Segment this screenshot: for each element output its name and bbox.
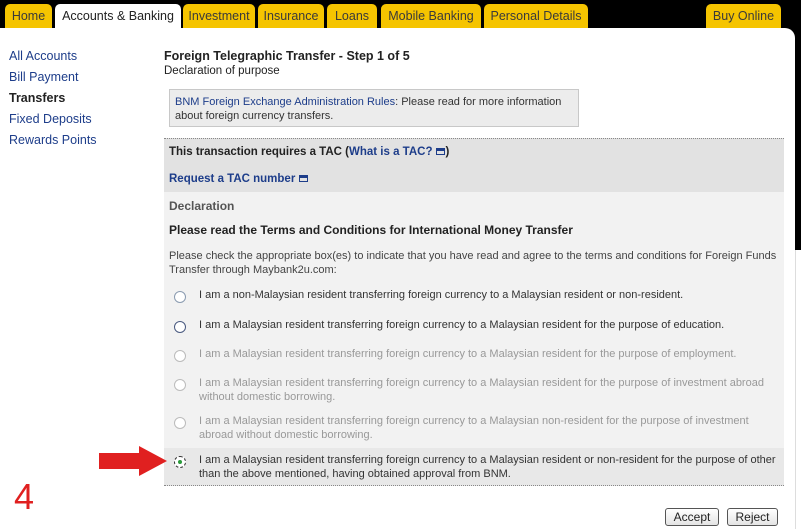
- red-arrow-annotation: [99, 446, 167, 476]
- sidebar-item-transfers[interactable]: Transfers: [9, 90, 97, 111]
- option-label: I am a Malaysian resident transferring f…: [199, 454, 776, 480]
- option-label: I am a non-Malaysian resident transferri…: [199, 289, 684, 301]
- sidebar-item-rewards-points[interactable]: Rewards Points: [9, 132, 97, 153]
- tab-home[interactable]: Home: [5, 4, 52, 28]
- tab-personal-details[interactable]: Personal Details: [484, 4, 588, 28]
- radio-button[interactable]: [174, 379, 186, 391]
- step-number-annotation: 4: [14, 476, 35, 517]
- radio-button[interactable]: [174, 417, 186, 429]
- buy-online-tab[interactable]: Buy Online: [706, 4, 781, 28]
- tac-required-text: This transaction requires a TAC (What is…: [169, 146, 449, 158]
- radio-button[interactable]: [174, 350, 186, 362]
- tab-insurance[interactable]: Insurance: [258, 4, 324, 28]
- declaration-option[interactable]: I am a Malaysian resident transferring f…: [164, 316, 784, 344]
- declaration-section: Declaration Please read the Terms and Co…: [164, 192, 784, 486]
- sidebar-item-all-accounts[interactable]: All Accounts: [9, 48, 97, 69]
- tac-text: This transaction requires a TAC (: [169, 146, 349, 158]
- option-label: I am a Malaysian resident transferring f…: [199, 319, 725, 331]
- option-label: I am a Malaysian resident transferring f…: [199, 415, 749, 441]
- sidebar: All Accounts Bill Payment Transfers Fixe…: [9, 48, 97, 153]
- page-subtitle: Declaration of purpose: [164, 65, 280, 77]
- tac-close-paren: ): [445, 146, 450, 158]
- radio-button[interactable]: [174, 291, 186, 303]
- what-is-tac-link[interactable]: What is a TAC?: [349, 146, 446, 158]
- tab-investment[interactable]: Investment: [183, 4, 255, 28]
- tab-loans[interactable]: Loans: [327, 4, 377, 28]
- declaration-intro: Please check the appropriate box(es) to …: [169, 250, 777, 276]
- popup-window-icon: [299, 175, 309, 183]
- tac-section: This transaction requires a TAC (What is…: [164, 138, 784, 193]
- declaration-option[interactable]: I am a Malaysian resident transferring f…: [164, 412, 784, 448]
- bnm-rules-link[interactable]: BNM Foreign Exchange Administration Rule…: [175, 96, 395, 108]
- declaration-title: Declaration: [169, 199, 235, 213]
- declaration-option[interactable]: I am a Malaysian resident transferring f…: [164, 345, 784, 373]
- reject-button[interactable]: Reject: [727, 508, 778, 526]
- page-title: Foreign Telegraphic Transfer - Step 1 of…: [164, 49, 410, 63]
- sidebar-item-bill-payment[interactable]: Bill Payment: [9, 69, 97, 90]
- declaration-option[interactable]: I am a Malaysian resident transferring f…: [164, 374, 784, 410]
- radio-button-selected[interactable]: [174, 456, 186, 468]
- declaration-option[interactable]: I am a non-Malaysian resident transferri…: [164, 286, 784, 314]
- main-nav-tabs: Home Accounts & Banking Investment Insur…: [0, 4, 801, 32]
- scrollbar-track[interactable]: [795, 250, 801, 529]
- arrow-shape: [99, 446, 167, 476]
- request-tac-link[interactable]: Request a TAC number: [169, 173, 309, 185]
- declaration-option-selected[interactable]: I am a Malaysian resident transferring f…: [164, 448, 784, 486]
- sidebar-item-fixed-deposits[interactable]: Fixed Deposits: [9, 111, 97, 132]
- bnm-info-box: BNM Foreign Exchange Administration Rule…: [169, 89, 579, 127]
- option-label: I am a Malaysian resident transferring f…: [199, 348, 737, 360]
- accept-button[interactable]: Accept: [665, 508, 719, 526]
- terms-heading: Please read the Terms and Conditions for…: [169, 223, 573, 237]
- option-label: I am a Malaysian resident transferring f…: [199, 377, 764, 403]
- radio-button[interactable]: [174, 321, 186, 333]
- tab-mobile-banking[interactable]: Mobile Banking: [381, 4, 481, 28]
